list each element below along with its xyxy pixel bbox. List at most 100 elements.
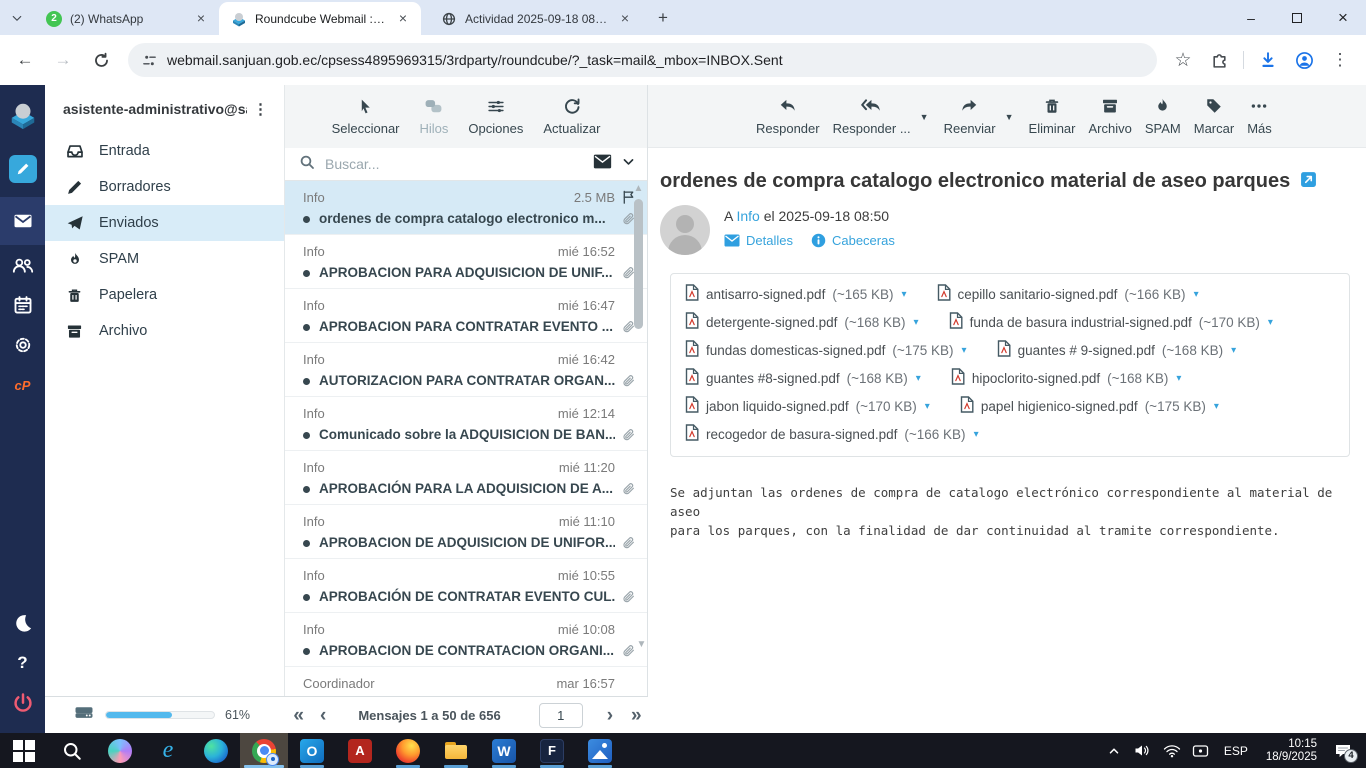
attachment-item[interactable]: fundas domesticas-signed.pdf (~175 KB) ▾ (685, 338, 967, 362)
taskbar-search-button[interactable] (48, 733, 96, 768)
tab-close-icon[interactable]: × (193, 11, 209, 27)
message-list-item[interactable]: Info mié 11:20 APROBACIÓN PARA LA ADQUIS… (285, 451, 647, 505)
last-page-button[interactable]: » (629, 706, 642, 725)
headers-toggle[interactable]: Cabeceras (811, 233, 895, 248)
attachment-caret-icon[interactable]: ▾ (925, 401, 930, 412)
logout-power-icon[interactable] (0, 683, 45, 723)
rail-settings-button[interactable] (0, 325, 45, 365)
next-page-button[interactable]: › (605, 706, 615, 725)
sidebar-folder-item[interactable]: Borradores (45, 169, 284, 205)
attachment-item[interactable]: cepillo sanitario-signed.pdf (~166 KB) ▾ (937, 282, 1199, 306)
delete-button[interactable]: Eliminar (1029, 94, 1076, 136)
first-page-button[interactable]: « (291, 706, 304, 725)
message-list-item[interactable]: Info mié 11:10 APROBACION DE ADQUISICION… (285, 505, 647, 559)
attachment-item[interactable]: funda de basura industrial-signed.pdf (~… (949, 310, 1273, 334)
volume-icon[interactable] (1132, 739, 1154, 763)
attachment-caret-icon[interactable]: ▾ (974, 429, 979, 440)
sidebar-folder-item[interactable]: Papelera (45, 277, 284, 313)
recipient-link[interactable]: Info (736, 208, 759, 224)
message-list-item[interactable]: Info mié 10:55 APROBACIÓN DE CONTRATAR E… (285, 559, 647, 613)
sidebar-folder-item[interactable]: SPAM (45, 241, 284, 277)
message-list-item[interactable]: Info 2.5 MB ordenes de compra catalogo e… (285, 181, 647, 235)
attachment-item[interactable]: detergente-signed.pdf (~168 KB) ▾ (685, 310, 919, 334)
word-button[interactable]: W (480, 733, 528, 768)
sidebar-folder-item[interactable]: Entrada (45, 133, 284, 169)
internet-explorer-button[interactable]: e (144, 733, 192, 768)
message-list-item[interactable]: Info mié 12:14 Comunicado sobre la ADQUI… (285, 397, 647, 451)
attachment-caret-icon[interactable]: ▾ (1176, 373, 1181, 384)
scrollbar-thumb[interactable] (634, 199, 643, 329)
tab-whatsapp[interactable]: 2 (2) WhatsApp × (34, 2, 219, 35)
message-list-item[interactable]: Info mié 16:47 APROBACION PARA CONTRATAR… (285, 289, 647, 343)
roundcube-logo-icon[interactable] (0, 93, 45, 137)
sidebar-folder-item[interactable]: Archivo (45, 313, 284, 349)
spam-button[interactable]: SPAM (1145, 94, 1181, 136)
prev-page-button[interactable]: ‹ (318, 706, 328, 725)
tab-close-icon[interactable]: × (395, 11, 411, 27)
attachment-caret-icon[interactable]: ▾ (962, 345, 967, 356)
notification-center-button[interactable]: 4 (1330, 739, 1356, 763)
refresh-button[interactable]: Actualizar (543, 94, 600, 136)
attachment-caret-icon[interactable]: ▾ (1268, 317, 1273, 328)
attachment-caret-icon[interactable]: ▾ (1194, 289, 1199, 300)
start-button[interactable] (0, 733, 48, 768)
firefox-button[interactable] (384, 733, 432, 768)
search-options-chevron-icon[interactable] (622, 155, 635, 173)
photos-button[interactable] (576, 733, 624, 768)
open-in-new-window-icon[interactable] (1300, 171, 1317, 193)
copilot-button[interactable] (96, 733, 144, 768)
taskbar-clock[interactable]: 10:15 18/9/2025 (1260, 738, 1323, 764)
rail-mail-button[interactable] (0, 197, 45, 245)
window-close-button[interactable]: × (1320, 0, 1366, 35)
scope-envelope-icon[interactable] (593, 154, 612, 174)
extensions-icon[interactable] (1203, 44, 1235, 76)
language-indicator[interactable]: ESP (1219, 744, 1253, 758)
bookmark-star-icon[interactable]: ☆ (1167, 44, 1199, 76)
attachment-caret-icon[interactable]: ▾ (902, 289, 907, 300)
dark-mode-icon[interactable] (0, 603, 45, 643)
attachment-caret-icon[interactable]: ▾ (1214, 401, 1219, 412)
reply-button[interactable]: Responder (756, 94, 820, 136)
tab-search-chevron-icon[interactable] (0, 0, 34, 35)
forward-button[interactable]: Reenviar (944, 94, 996, 136)
attachment-item[interactable]: hipoclorito-signed.pdf (~168 KB) ▾ (951, 366, 1182, 390)
list-scrollbar[interactable]: ▲ (633, 184, 644, 696)
message-list-item[interactable]: Info mié 16:52 APROBACION PARA ADQUISICI… (285, 235, 647, 289)
more-button[interactable]: Más (1247, 94, 1272, 136)
help-icon[interactable]: ? (0, 643, 45, 683)
new-tab-button[interactable]: + (649, 4, 677, 32)
forward-caret-icon[interactable]: ▼ (1005, 112, 1014, 122)
window-restore-button[interactable] (1274, 0, 1320, 35)
select-button[interactable]: Seleccionar (332, 94, 400, 136)
attachment-item[interactable]: recogedor de basura-signed.pdf (~166 KB)… (685, 422, 979, 446)
tab-close-icon[interactable]: × (617, 11, 633, 27)
tab-roundcube[interactable]: Roundcube Webmail :: Enviados × (219, 2, 421, 35)
cpanel-icon[interactable]: cP (0, 365, 45, 405)
back-icon[interactable]: ← (8, 43, 42, 77)
tab-actividad[interactable]: Actividad 2025-09-18 08:00:00 × (429, 2, 643, 35)
f-app-button[interactable]: F (528, 733, 576, 768)
attachment-item[interactable]: papel higienico-signed.pdf (~175 KB) ▾ (960, 394, 1219, 418)
compose-button[interactable] (0, 149, 45, 189)
message-list-item[interactable]: Info mié 10:08 APROBACION DE CONTRATACIO… (285, 613, 647, 667)
file-explorer-button[interactable] (432, 733, 480, 768)
rail-contacts-button[interactable] (0, 245, 45, 285)
screen-cast-icon[interactable] (1190, 739, 1212, 763)
sidebar-folder-item[interactable]: Enviados (45, 205, 284, 241)
browser-menu-icon[interactable]: ⋮ (1324, 44, 1356, 76)
message-list-item[interactable]: Coordinador mar 16:57 (285, 667, 647, 696)
attachment-item[interactable]: jabon liquido-signed.pdf (~170 KB) ▾ (685, 394, 930, 418)
attachment-caret-icon[interactable]: ▾ (914, 317, 919, 328)
window-minimize-button[interactable]: – (1228, 0, 1274, 35)
downloads-icon[interactable] (1252, 44, 1284, 76)
page-number-input[interactable] (539, 703, 583, 728)
tray-chevron-up-icon[interactable] (1103, 739, 1125, 763)
rail-calendar-button[interactable] (0, 285, 45, 325)
message-list-item[interactable]: Info mié 16:42 AUTORIZACION PARA CONTRAT… (285, 343, 647, 397)
attachment-caret-icon[interactable]: ▾ (1231, 345, 1236, 356)
attachment-caret-icon[interactable]: ▾ (916, 373, 921, 384)
search-input[interactable] (325, 156, 583, 172)
attachment-item[interactable]: guantes #8-signed.pdf (~168 KB) ▾ (685, 366, 921, 390)
attachment-item[interactable]: guantes # 9-signed.pdf (~168 KB) ▾ (997, 338, 1237, 362)
details-toggle[interactable]: Detalles (724, 233, 793, 248)
